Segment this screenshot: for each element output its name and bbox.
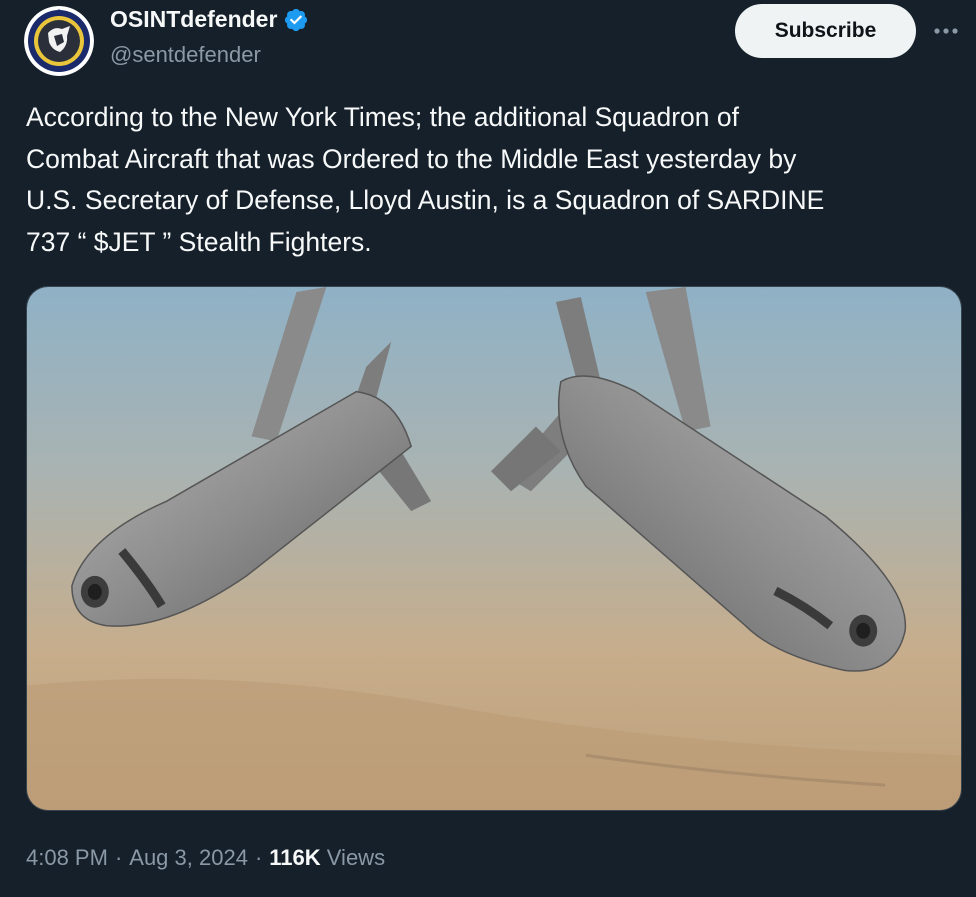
tweet-metadata: 4:08 PM · Aug 3, 2024 · 116K Views (26, 845, 385, 871)
avatar-logo-icon (24, 6, 94, 76)
more-horizontal-icon (934, 28, 958, 34)
meta-separator: · (114, 845, 123, 870)
avatar[interactable] (24, 6, 94, 76)
views-count: 116K (269, 845, 321, 870)
verified-badge-icon[interactable] (283, 7, 309, 33)
aircraft-photo (27, 287, 961, 810)
tweet-text: According to the New York Times; the add… (26, 102, 825, 257)
subscribe-button[interactable]: Subscribe (735, 4, 916, 58)
author-name-row[interactable]: OSINTdefender (110, 6, 309, 33)
author-display-name[interactable]: OSINTdefender (110, 6, 277, 33)
tweet-detail: OSINTdefender @sentdefender Subscribe Ac… (0, 0, 976, 897)
views-label: Views (326, 845, 386, 870)
views-group[interactable]: 116K Views (269, 845, 385, 871)
meta-separator: · (254, 845, 263, 870)
more-options-button[interactable] (926, 14, 966, 48)
tweet-date[interactable]: Aug 3, 2024 (129, 845, 248, 871)
author-handle[interactable]: @sentdefender (110, 42, 261, 68)
tweet-time[interactable]: 4:08 PM (26, 845, 108, 871)
tweet-media-image[interactable] (26, 286, 962, 811)
